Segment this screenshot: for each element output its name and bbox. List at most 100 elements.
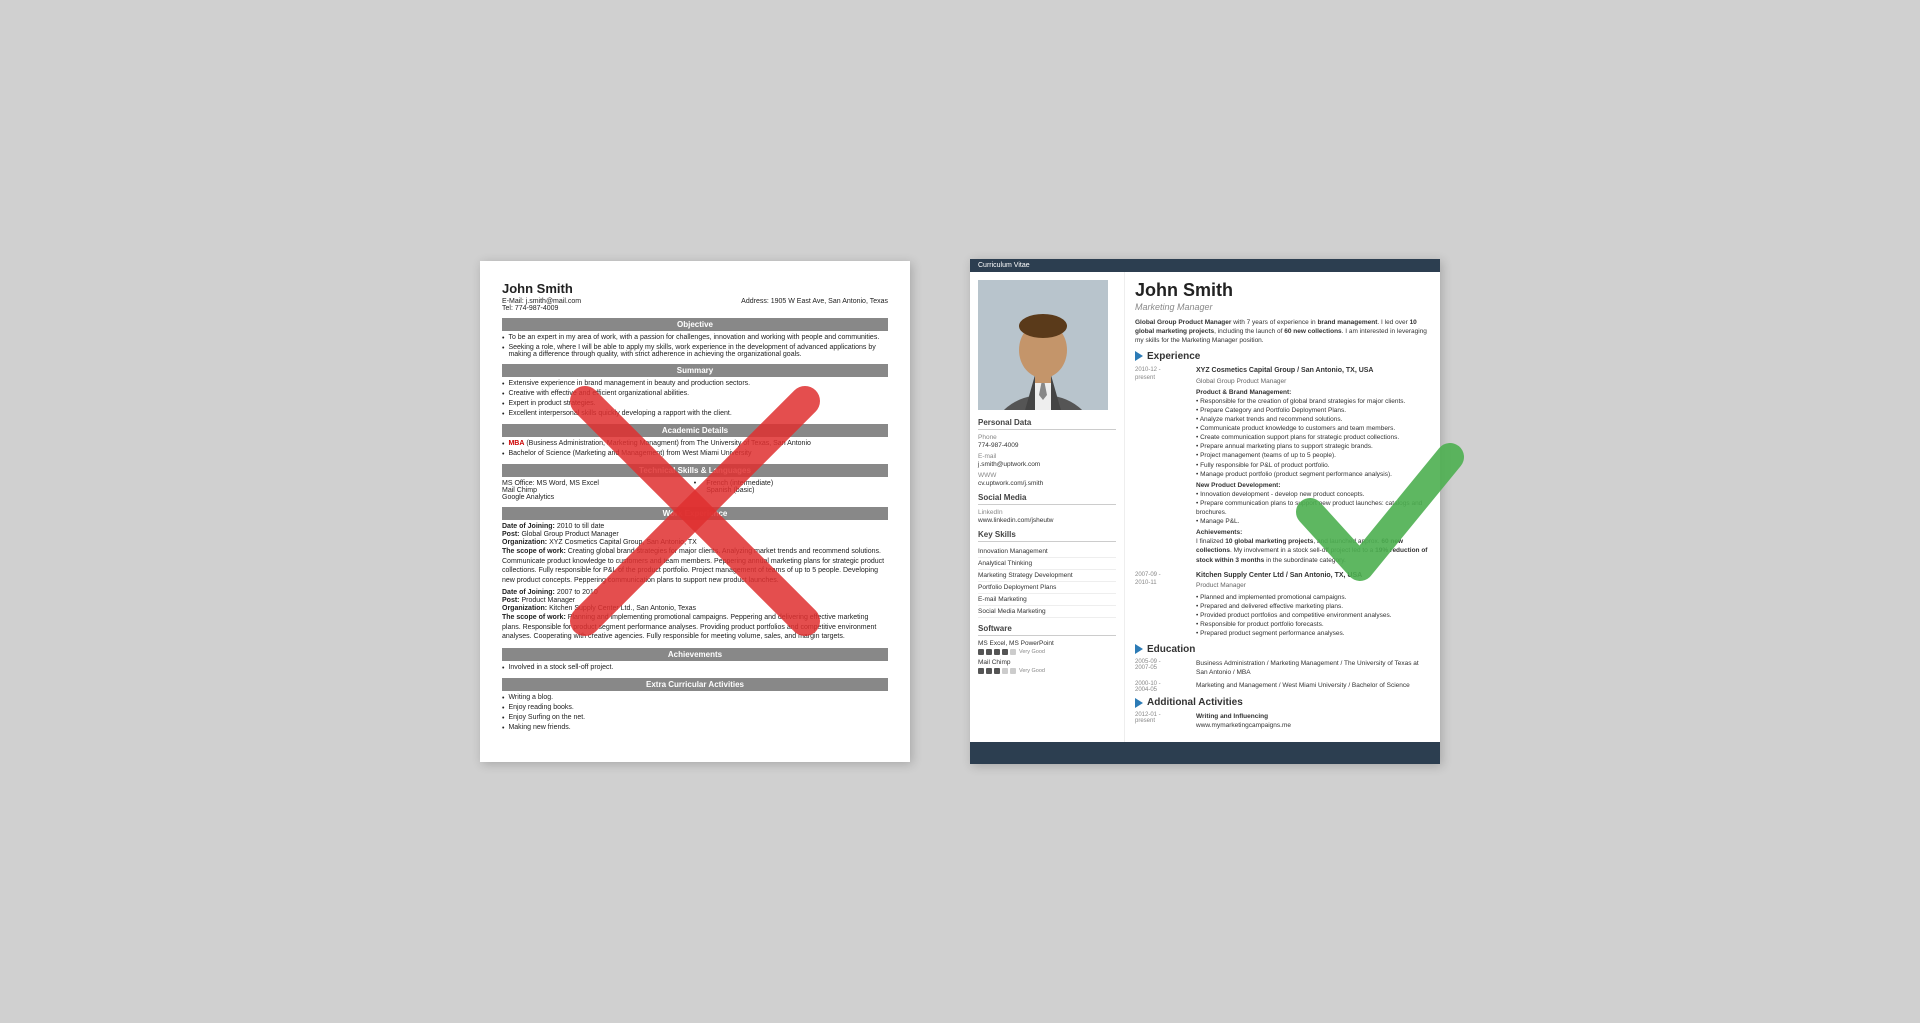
left-contact-left: E-Mail: j.smith@mail.com Tel: 774-987-40… xyxy=(502,298,581,312)
exp-details-1: Product & Brand Management: • Responsibl… xyxy=(1196,388,1430,565)
bullet-dot: • xyxy=(502,725,504,732)
left-email: E-Mail: j.smith@mail.com xyxy=(502,298,581,305)
summary-bold-1: Global Group Product Manager xyxy=(1135,319,1231,326)
exp-bullet: • Prepared product segment performance a… xyxy=(1196,629,1430,638)
summary-text-3: Expert in product strategies. xyxy=(508,400,595,408)
exp-content-2: Kitchen Supply Center Ltd / San Antonio,… xyxy=(1196,571,1430,638)
experience-header: Experience xyxy=(1135,351,1430,362)
additional-detail-1: www.mymarketingcampaigns.me xyxy=(1196,721,1430,730)
left-tel: Tel: 774-987-4009 xyxy=(502,305,581,312)
software-item-2: Mail Chimp Very Good xyxy=(978,659,1116,674)
left-job1-org: Organization: XYZ Cosmetics Capital Grou… xyxy=(502,539,888,546)
linkedin-label: LinkedIn xyxy=(978,509,1116,516)
exp-details-2: • Planned and implemented promotional ca… xyxy=(1196,593,1430,638)
subsection-achievements: Achievements: xyxy=(1196,528,1430,537)
exp-bullet: • Responsible for product portfolio fore… xyxy=(1196,620,1430,629)
software-name-1: MS Excel, MS PowerPoint xyxy=(978,640,1116,647)
email-value: j.smith@uptwork.com xyxy=(978,461,1116,468)
summary-text-1: Extensive experience in brand management… xyxy=(508,380,750,388)
exp-role-1: Global Group Product Manager xyxy=(1196,377,1430,386)
edu-dates-2: 2000-10 - 2004-05 xyxy=(1135,681,1190,693)
exp-bullet: • Prepared and delivered effective marke… xyxy=(1196,602,1430,611)
exp-bullet: • Innovation development - develop new p… xyxy=(1196,490,1430,499)
exp-bullet: • Project management (teams of up to 5 p… xyxy=(1196,451,1430,460)
left-job1-post: Post: Global Group Product Manager xyxy=(502,531,888,538)
left-summary-3: • Expert in product strategies. xyxy=(502,400,888,408)
extra-text-1: Writing a blog. xyxy=(508,694,553,702)
bullet-dot: • xyxy=(502,695,504,702)
exp-bullet: • Prepare annual marketing plans to supp… xyxy=(1196,442,1430,451)
email-row: E-mail j.smith@uptwork.com xyxy=(978,453,1116,468)
dot xyxy=(986,668,992,674)
bullet-dot: • xyxy=(502,381,504,388)
left-resume: John Smith E-Mail: j.smith@mail.com Tel:… xyxy=(480,261,910,763)
exp-item-2: 2007-09 - 2010-11 Kitchen Supply Center … xyxy=(1135,571,1430,638)
dot xyxy=(978,649,984,655)
exp-content-1: XYZ Cosmetics Capital Group / San Antoni… xyxy=(1196,366,1430,565)
right-left-col: Personal Data Phone 774-987-4009 E-mail … xyxy=(970,272,1125,743)
bullet-dot: • xyxy=(502,335,504,342)
exp-date-start-2: 2007-09 - xyxy=(1135,571,1190,579)
additional-item-1: 2012-01 - present Writing and Influencin… xyxy=(1135,712,1430,730)
skill-3: Google Analytics xyxy=(502,494,684,501)
academic-text-1: MBA (Business Administration, Marketing … xyxy=(508,440,810,448)
exp-company-2: Kitchen Supply Center Ltd / San Antonio,… xyxy=(1196,571,1430,581)
social-media-header: Social Media xyxy=(978,493,1116,505)
skill-item-3: Marketing Strategy Development xyxy=(978,570,1116,582)
extra-text-2: Enjoy reading books. xyxy=(508,704,573,712)
edu-end-1: 2007-05 xyxy=(1135,665,1190,671)
skill-dots-2 xyxy=(978,668,1016,674)
left-job2-post: Post: Product Manager xyxy=(502,597,888,604)
left-objective-1: • To be an expert in my area of work, wi… xyxy=(502,334,888,342)
left-objective-2: • Seeking a role, where I will be able t… xyxy=(502,344,888,358)
left-objective-header: Objective xyxy=(502,318,888,331)
dot xyxy=(986,649,992,655)
skill-item-5: E-mail Marketing xyxy=(978,594,1116,606)
bullet-dot: • xyxy=(502,715,504,722)
bullet-dot: • xyxy=(502,441,504,448)
left-achievements-header: Achievements xyxy=(502,648,888,661)
right-body: Personal Data Phone 774-987-4009 E-mail … xyxy=(970,272,1440,743)
extra-text-4: Making new friends. xyxy=(508,724,570,732)
subsection-npd: New Product Development: xyxy=(1196,481,1430,490)
key-skills-header: Key Skills xyxy=(978,530,1116,542)
software-item-1: MS Excel, MS PowerPoint Very Good xyxy=(978,640,1116,655)
exp-date-end-1: present xyxy=(1135,374,1190,382)
subsection-brand: Product & Brand Management: xyxy=(1196,388,1430,397)
left-name: John Smith xyxy=(502,281,888,296)
right-resume: Curriculum Vitae xyxy=(970,259,1440,765)
skill-level-2: Very Good xyxy=(1019,668,1045,674)
bullet-dot: • xyxy=(502,411,504,418)
exp-bullet: • Fully responsible for P&L of product p… xyxy=(1196,461,1430,470)
skills-col-2: French (intermediate) Spanish (basic) xyxy=(706,480,888,501)
education-title: Education xyxy=(1147,644,1195,655)
linkedin-value: www.linkedin.com/jsheutw xyxy=(978,517,1116,524)
exp-dates-1: 2010-12 - present xyxy=(1135,366,1190,565)
exp-bullet: • Communicate product knowledge to custo… xyxy=(1196,424,1430,433)
education-header: Education xyxy=(1135,644,1430,655)
exp-bullet: • Prepare Category and Portfolio Deploym… xyxy=(1196,406,1430,415)
additional-end-1: present xyxy=(1135,718,1190,724)
dot xyxy=(978,668,984,674)
left-summary-header: Summary xyxy=(502,364,888,377)
linkedin-row: LinkedIn www.linkedin.com/jsheutw xyxy=(978,509,1116,524)
summary-text-2: Creative with effective and efficient or… xyxy=(508,390,689,398)
lang-2: Spanish (basic) xyxy=(706,487,888,494)
dot xyxy=(1010,668,1016,674)
dot xyxy=(1002,668,1008,674)
left-job2-date: Date of Joining: 2007 to 2010 xyxy=(502,589,888,596)
software-name-2: Mail Chimp xyxy=(978,659,1116,666)
objective-text-2: Seeking a role, where I will be able to … xyxy=(508,344,888,358)
left-contact: E-Mail: j.smith@mail.com Tel: 774-987-40… xyxy=(502,298,888,312)
skill-item-4: Portfolio Deployment Plans xyxy=(978,582,1116,594)
right-right-col: John Smith Marketing Manager Global Grou… xyxy=(1125,272,1440,743)
left-job1-scope: The scope of work: Creating global brand… xyxy=(502,547,888,586)
right-job-title: Marketing Manager xyxy=(1135,302,1430,312)
skill-dots-1 xyxy=(978,649,1016,655)
bullet-dot: • xyxy=(502,391,504,398)
left-summary-2: • Creative with effective and efficient … xyxy=(502,390,888,398)
exp-date-end-2: 2010-11 xyxy=(1135,579,1190,587)
edu-dates-1: 2005-09 - 2007-05 xyxy=(1135,659,1190,677)
www-value: cv.uptwork.com/j.smith xyxy=(978,480,1116,487)
dot xyxy=(1002,649,1008,655)
